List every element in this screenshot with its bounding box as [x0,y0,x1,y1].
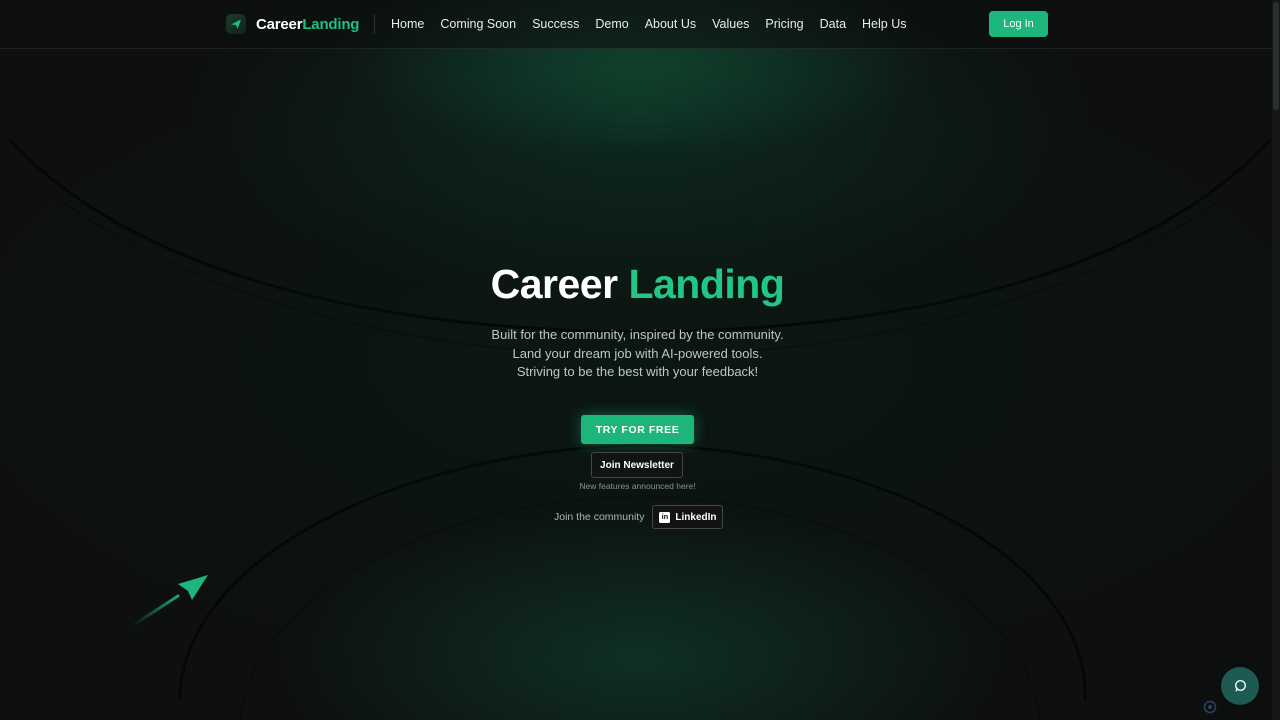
hero-title-part2: Landing [628,261,785,307]
brand-name: CareerLanding [256,15,360,33]
nav-link-values[interactable]: Values [712,17,749,31]
nav-link-coming-soon[interactable]: Coming Soon [440,17,516,31]
widget-badge-icon [1203,700,1217,714]
community-row: Join the community in LinkedIn [554,505,724,529]
nav-link-demo[interactable]: Demo [595,17,628,31]
hero-title: Career Landing [0,258,1275,310]
login-button[interactable]: Log In [989,11,1048,37]
hero-title-part1: Career [490,261,618,307]
nav-link-about-us[interactable]: About Us [645,17,696,31]
hero-subtitle-line-1: Built for the community, inspired by the… [491,327,784,342]
nav-link-data[interactable]: Data [820,17,846,31]
hero-subtitle-line-2: Land your dream job with AI-powered tool… [512,345,763,361]
nav-divider [374,14,375,34]
paper-plane-icon [226,14,246,34]
nav-link-success[interactable]: Success [532,17,579,31]
paper-plane-arrow-icon [130,575,208,628]
landing-page: CareerLanding Home Coming Soon Success D… [0,0,1280,720]
try-for-free-button[interactable]: TRY FOR FREE [581,415,694,444]
linkedin-label: LinkedIn [675,511,717,523]
nav-link-home[interactable]: Home [391,17,424,31]
brand-logo-link[interactable]: CareerLanding [226,12,359,36]
chat-bubble-icon[interactable] [1221,667,1259,705]
newsletter-note: New features announced here! [579,481,696,491]
nav-link-pricing[interactable]: Pricing [765,17,803,31]
hero-subtitle: Built for the community, inspired by the… [0,326,1275,382]
join-newsletter-button[interactable]: Join Newsletter [591,452,683,478]
hero-subtitle-line-3: Striving to be the best with your feedba… [516,364,759,379]
linkedin-button[interactable]: in LinkedIn [652,505,724,529]
scrollbar-thumb[interactable] [1273,2,1279,110]
top-navbar: CareerLanding Home Coming Soon Success D… [0,0,1272,49]
nav-link-help-us[interactable]: Help Us [862,17,906,31]
page-scrollbar[interactable] [1272,0,1280,720]
linkedin-icon: in [659,511,671,523]
community-label: Join the community [554,511,645,523]
nav-links: Home Coming Soon Success Demo About Us V… [391,0,907,48]
